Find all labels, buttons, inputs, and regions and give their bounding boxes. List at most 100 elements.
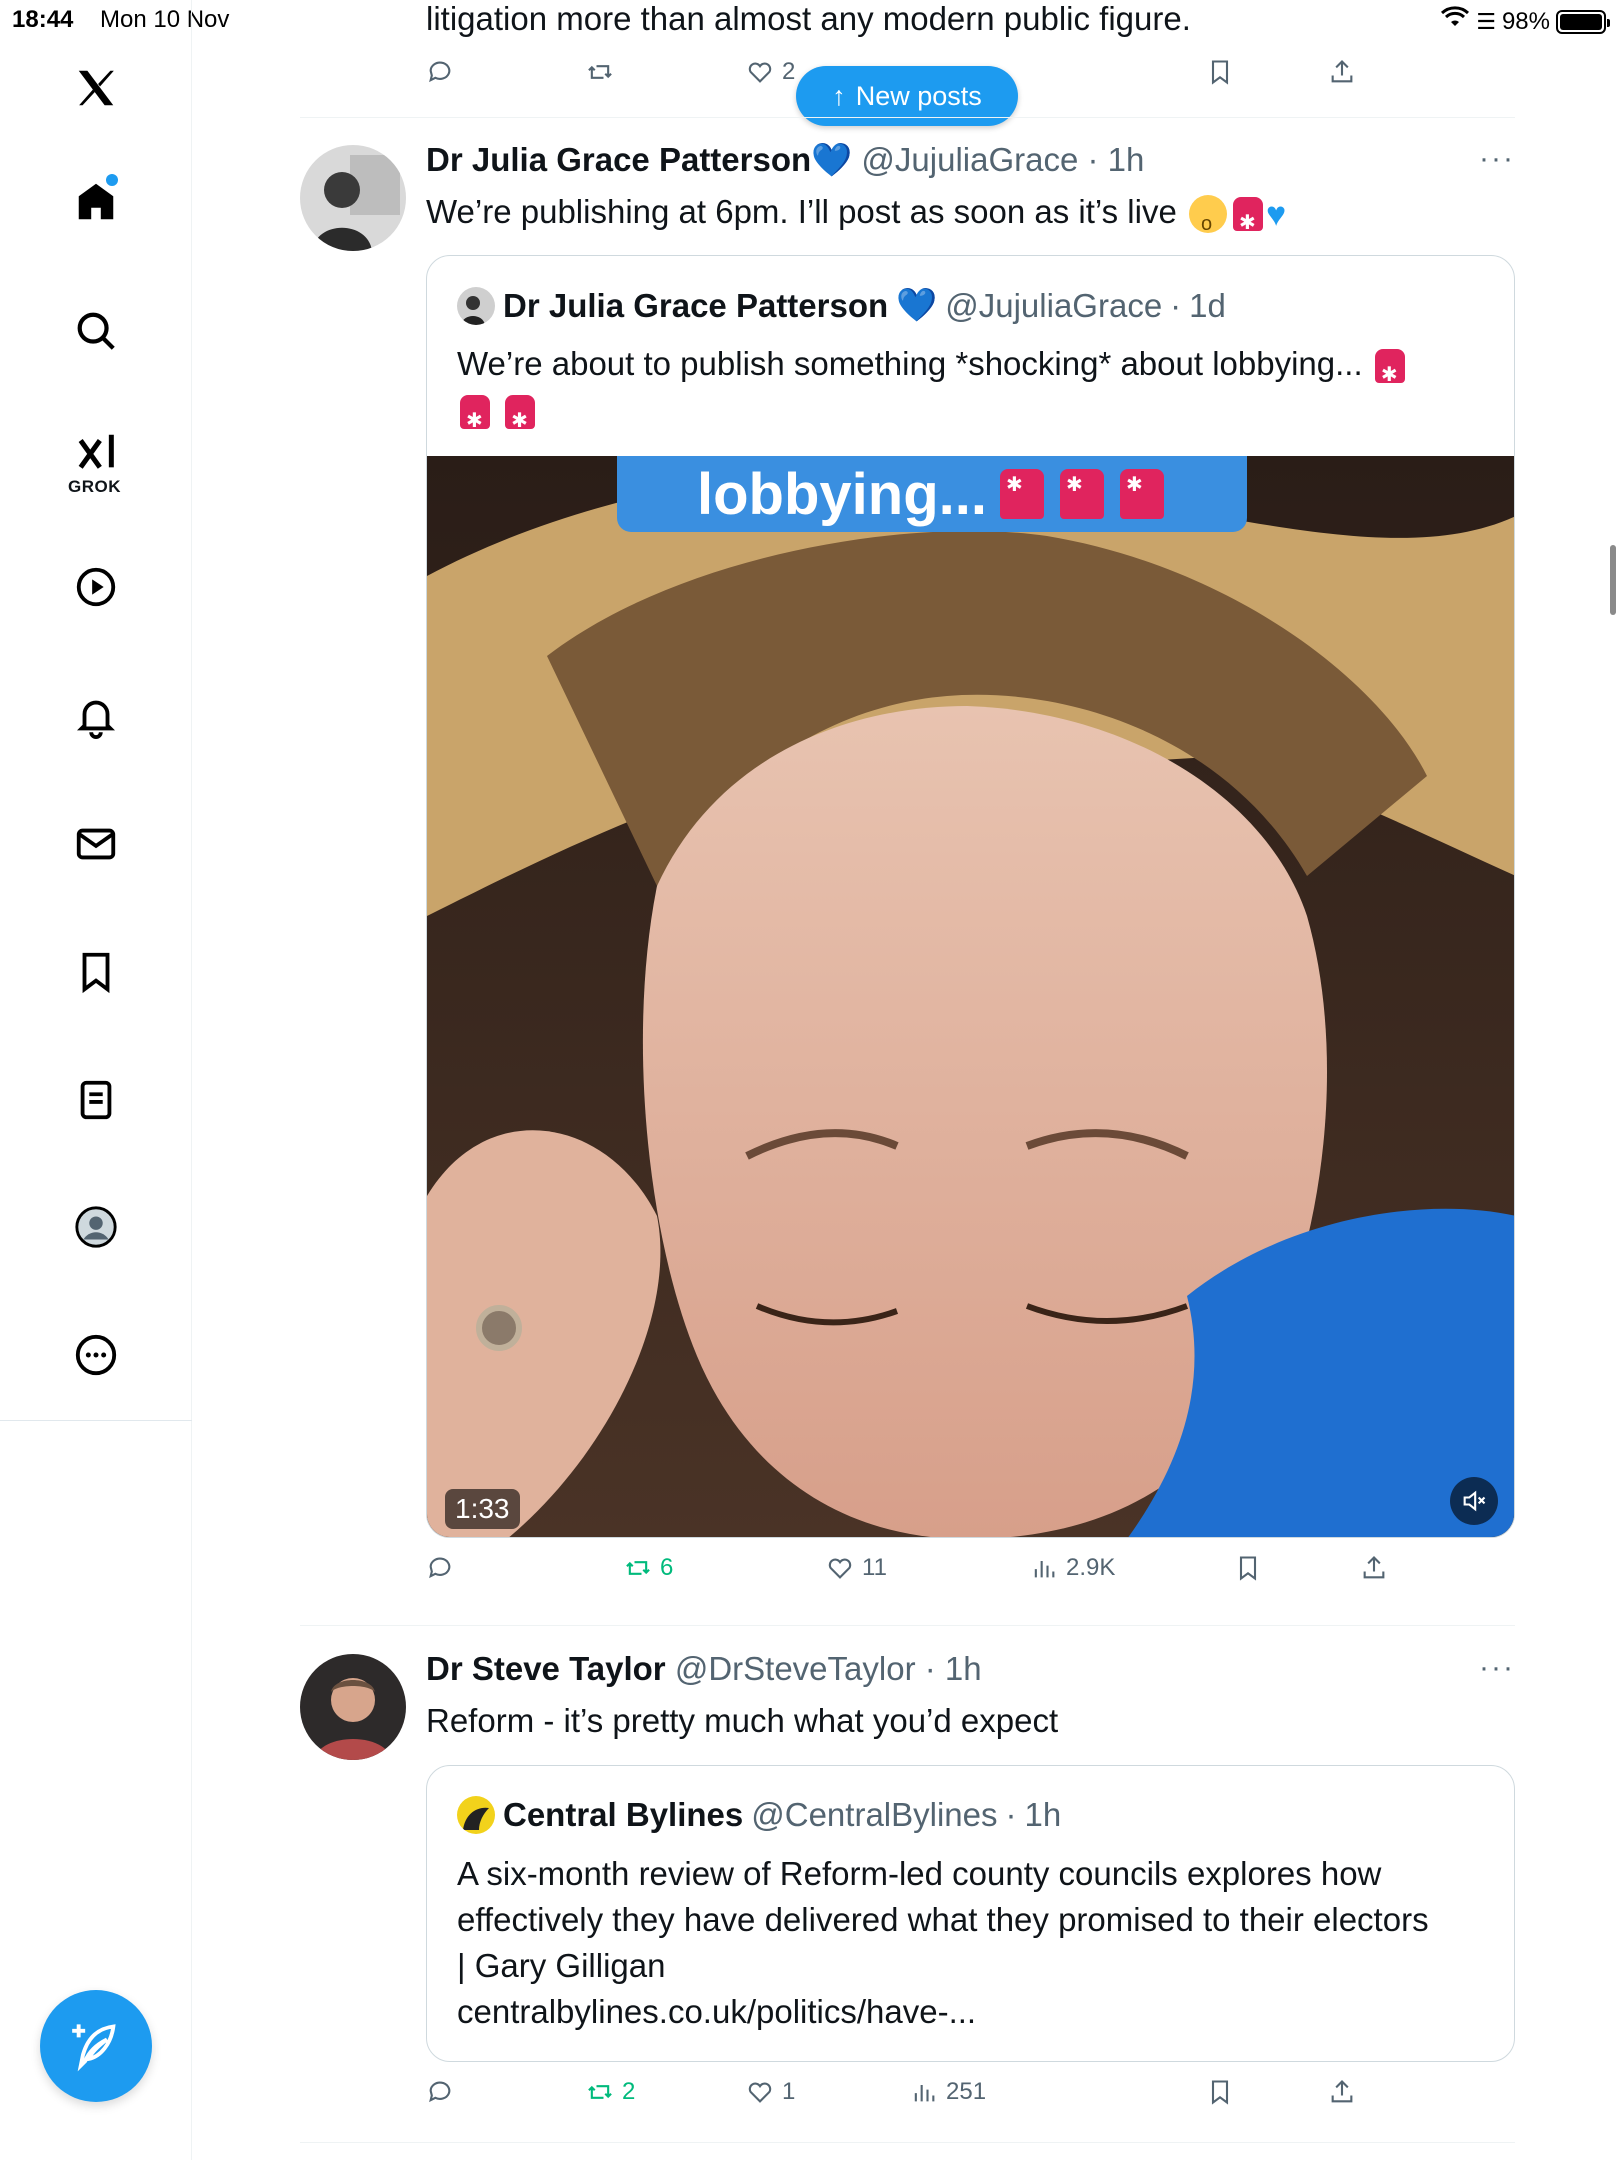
views-button[interactable]: 251: [910, 2078, 986, 2106]
reply-button[interactable]: [426, 1554, 454, 1582]
previous-tweet-text: litigation more than almost any modern p…: [426, 0, 1191, 37]
quote-line: effectively they have delivered what the…: [457, 1901, 1429, 1938]
siren-emoji: [999, 469, 1044, 519]
like-button[interactable]: 2: [746, 58, 795, 86]
author-avatar[interactable]: [300, 145, 406, 251]
video-player[interactable]: lobbying... 1:33: [427, 456, 1514, 1537]
tweet-time[interactable]: 1h: [945, 1650, 982, 1687]
quote-author-name: Dr Julia Grace Patterson: [503, 286, 889, 324]
reply-icon: [429, 1557, 451, 1579]
reply-button[interactable]: [426, 2078, 454, 2106]
repost-count: 2: [622, 2078, 636, 2105]
dot-separator: ·: [915, 1650, 945, 1687]
bookmark-icon: [1211, 60, 1229, 85]
reply-icon: [429, 61, 451, 83]
reply-icon: [429, 2081, 451, 2103]
share-icon: [1363, 1556, 1385, 1579]
video-play-icon[interactable]: [60, 551, 132, 623]
video-frame: [427, 456, 1514, 1537]
repost-icon: [588, 65, 612, 79]
repost-button[interactable]: [586, 58, 614, 86]
heart-icon: [828, 1558, 852, 1579]
bookmark-button[interactable]: [1206, 2078, 1234, 2106]
bookmark-icon: [1239, 1556, 1257, 1581]
quote-author-handle: @JujuliaGrace: [945, 286, 1163, 324]
dot-separator: ·: [1078, 141, 1108, 178]
siren-emoji: [1059, 469, 1104, 519]
author-handle[interactable]: @JujuliaGrace: [861, 141, 1078, 178]
tweet-actions: 2 1 251: [426, 2078, 1426, 2122]
home-icon[interactable]: [60, 166, 132, 238]
like-count: 1: [782, 2078, 796, 2105]
battery-icon: [1556, 9, 1610, 34]
compose-feather-icon: [72, 2024, 116, 2072]
share-button[interactable]: [1328, 58, 1356, 86]
quote-author-name: Central Bylines: [503, 1796, 744, 1833]
mute-button[interactable]: [1450, 1477, 1498, 1525]
bookmark-button[interactable]: [1234, 1554, 1262, 1582]
repost-button[interactable]: 6: [624, 1554, 673, 1582]
share-icon: [1331, 60, 1353, 83]
quote-header: Dr Julia Grace Patterson 💙 @JujuliaGrace ·…: [457, 286, 1226, 325]
quote-author-handle: @CentralBylines: [751, 1796, 998, 1833]
like-button[interactable]: 11: [826, 1554, 887, 1582]
author-name[interactable]: Dr Julia Grace Patterson: [426, 141, 811, 178]
x-logo-icon[interactable]: [60, 52, 132, 124]
blue-heart-emoji: ♥: [1266, 195, 1287, 234]
tweet-divider: [300, 2142, 1515, 2143]
new-posts-label: New posts: [855, 80, 982, 111]
repost-icon: [588, 2085, 612, 2099]
compose-post-button[interactable]: [40, 1990, 152, 2102]
bookmarks-icon[interactable]: [60, 936, 132, 1008]
more-options-button[interactable]: ···: [1479, 142, 1515, 176]
share-button[interactable]: [1360, 1554, 1388, 1582]
view-count: 251: [946, 2078, 987, 2105]
quote-time: 1d: [1189, 286, 1226, 324]
reply-button[interactable]: [426, 58, 454, 86]
share-button[interactable]: [1328, 2078, 1356, 2106]
repost-icon: [626, 1561, 650, 1575]
quote-line: A six-month review of Reform-led county …: [457, 1855, 1382, 1892]
author-name[interactable]: Dr Steve Taylor: [426, 1650, 666, 1687]
share-icon: [1331, 2080, 1353, 2103]
siren-emoji: [1374, 349, 1405, 398]
bookmark-button[interactable]: [1206, 58, 1234, 86]
more-options-button[interactable]: ···: [1479, 1651, 1515, 1685]
repost-button[interactable]: 2: [586, 2078, 635, 2106]
notifications-bell-icon[interactable]: [60, 680, 132, 752]
analytics-icon: [914, 2085, 935, 2102]
tweet-time[interactable]: 1h: [1108, 141, 1145, 178]
siren-emoji: [460, 395, 490, 444]
sidebar: GROK: [0, 0, 192, 2160]
video-duration: 1:33: [445, 1489, 520, 1529]
siren-emoji: [1233, 197, 1263, 246]
quoted-tweet[interactable]: Dr Julia Grace Patterson 💙 @JujuliaGrace ·…: [426, 255, 1515, 1538]
siren-emoji: [505, 395, 536, 444]
like-button[interactable]: 1: [746, 2078, 795, 2106]
author-handle[interactable]: @DrSteveTaylor: [675, 1650, 916, 1687]
tweet-body: Reform - it’s pretty much what you’d exp…: [426, 1702, 1059, 1739]
tweet-divider: [300, 1625, 1515, 1626]
quote-author-avatar: [457, 286, 495, 325]
tweet-divider: [300, 117, 1515, 118]
dot-separator: ·: [1170, 286, 1182, 324]
like-count: 11: [862, 1554, 887, 1581]
quote-body: We’re about to publish something *shocki…: [457, 345, 1363, 382]
video-caption-text: lobbying...: [697, 461, 987, 527]
more-options-icon[interactable]: [60, 1319, 132, 1391]
heart-icon: [748, 2082, 772, 2103]
speaker-muted-icon: [1463, 1490, 1486, 1512]
messages-envelope-icon[interactable]: [60, 808, 132, 880]
analytics-icon: [1034, 1561, 1055, 1578]
quote-link[interactable]: centralbylines.co.uk/politics/have-...: [457, 1989, 1484, 2035]
search-icon[interactable]: [60, 295, 132, 367]
quote-text: We’re about to publish something *shocki…: [457, 341, 1484, 444]
repost-count: 6: [660, 1554, 674, 1581]
like-count: 2: [782, 58, 796, 85]
profile-avatar-icon[interactable]: [60, 1191, 132, 1263]
scrollbar[interactable]: [1610, 545, 1616, 615]
quoted-tweet[interactable]: Central Bylines @CentralBylines · 1h A six…: [426, 1765, 1515, 2062]
author-avatar[interactable]: [300, 1654, 406, 1760]
views-button[interactable]: 2.9K: [1030, 1554, 1115, 1582]
lists-icon[interactable]: [60, 1064, 132, 1136]
